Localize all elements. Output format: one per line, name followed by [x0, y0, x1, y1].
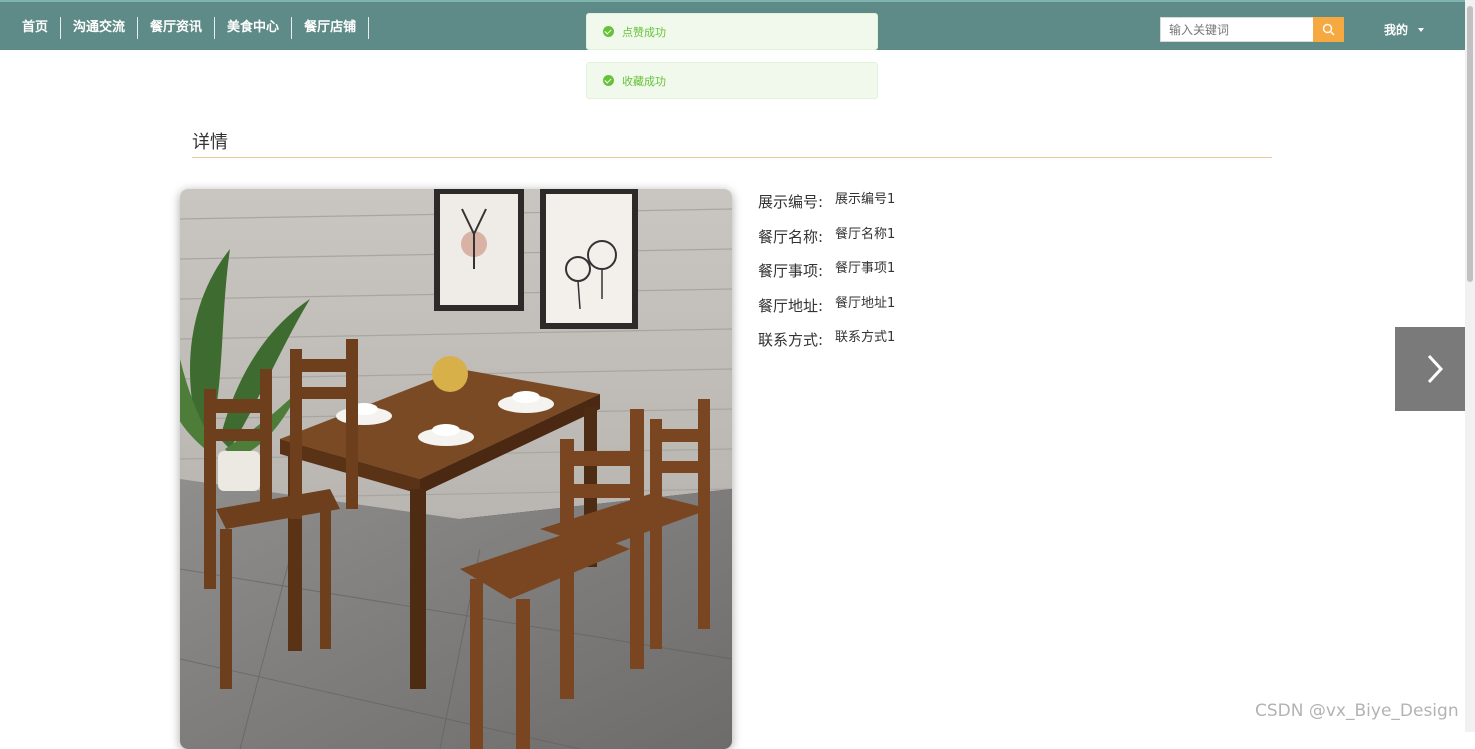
- toast-message: 点赞成功: [622, 25, 666, 39]
- detail-value: 餐厅名称1: [835, 226, 896, 242]
- dining-table-image: [180, 189, 732, 749]
- search-button[interactable]: [1313, 17, 1344, 42]
- watermark: CSDN @vx_Biye_Design: [1255, 701, 1459, 721]
- detail-row: 餐厅地址: 餐厅地址1: [758, 292, 895, 327]
- detail-value: 展示编号1: [835, 192, 896, 207]
- toast-like-success: 点赞成功: [586, 13, 878, 50]
- success-check-icon: [603, 26, 614, 37]
- detail-label: 餐厅地址:: [758, 296, 824, 315]
- section-divider: [192, 157, 1272, 158]
- user-menu-label: 我的: [1384, 23, 1409, 37]
- detail-value: 联系方式1: [835, 330, 896, 345]
- search-input[interactable]: [1160, 17, 1313, 42]
- section-title: 详情: [192, 132, 228, 153]
- detail-row: 联系方式: 联系方式1: [758, 326, 895, 361]
- success-check-icon: [603, 75, 614, 86]
- detail-label: 餐厅名称:: [758, 227, 824, 246]
- nav-item-home[interactable]: 首页: [10, 17, 62, 39]
- nav-item-news[interactable]: 餐厅资讯: [138, 17, 216, 39]
- nav-item-restaurants[interactable]: 餐厅店铺: [292, 17, 370, 39]
- detail-value: 餐厅事项1: [835, 261, 896, 276]
- next-slide-button[interactable]: [1395, 327, 1475, 411]
- detail-label: 联系方式:: [758, 331, 824, 349]
- search-icon: [1322, 23, 1335, 36]
- detail-label: 展示编号:: [758, 193, 824, 211]
- restaurant-photo: [180, 189, 732, 749]
- detail-value: 餐厅地址1: [835, 295, 896, 311]
- chevron-right-icon: [1427, 354, 1444, 384]
- detail-row: 展示编号: 展示编号1: [758, 188, 895, 223]
- main-nav: 首页 沟通交流 餐厅资讯 美食中心 餐厅店铺: [10, 17, 370, 39]
- user-menu[interactable]: 我的: [1384, 21, 1425, 38]
- caret-down-icon: [1418, 27, 1425, 32]
- toast-message: 收藏成功: [622, 74, 666, 88]
- detail-row: 餐厅事项: 餐厅事项1: [758, 257, 895, 292]
- detail-label: 餐厅事项:: [758, 262, 824, 280]
- nav-item-food-center[interactable]: 美食中心: [215, 17, 293, 39]
- detail-list: 展示编号: 展示编号1 餐厅名称: 餐厅名称1 餐厅事项: 餐厅事项1 餐厅地址…: [758, 188, 895, 361]
- toast-favorite-success: 收藏成功: [586, 62, 878, 99]
- detail-row: 餐厅名称: 餐厅名称1: [758, 223, 895, 258]
- scrollbar-thumb[interactable]: [1467, 6, 1473, 282]
- search-box: [1160, 17, 1344, 42]
- nav-item-forum[interactable]: 沟通交流: [61, 17, 139, 39]
